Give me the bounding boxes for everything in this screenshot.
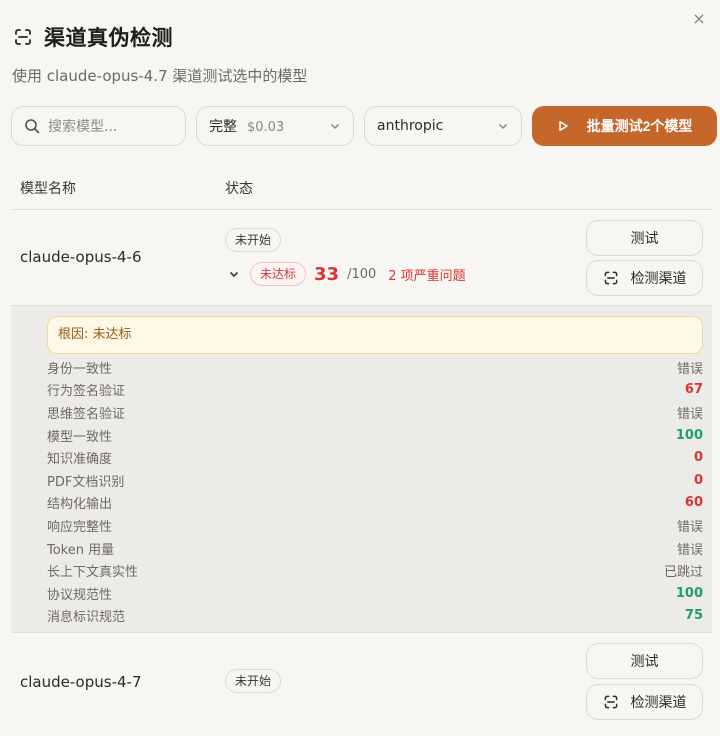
metric-value: 60 bbox=[684, 495, 703, 511]
detect-channel-label: 检测渠道 bbox=[630, 695, 687, 711]
metric-name: 消息标识规范 bbox=[47, 610, 126, 626]
metric-value: 错误 bbox=[676, 542, 703, 558]
play-icon bbox=[558, 121, 568, 131]
provider-select-value: anthropic bbox=[377, 118, 444, 134]
metric-value: 已跳过 bbox=[663, 565, 703, 581]
toolbar: 搜索模型... 完整 $0.03 anthropic 批量测试2个模型 bbox=[11, 106, 717, 146]
scan-icon bbox=[604, 695, 617, 709]
detect-channel-label: 检测渠道 bbox=[630, 271, 687, 287]
detect-channel-button[interactable]: 检测渠道 bbox=[586, 260, 703, 296]
metric-value: 100 bbox=[675, 585, 703, 601]
metric-name: 结构化输出 bbox=[47, 497, 113, 513]
chevron-down-icon bbox=[330, 123, 340, 130]
divider bbox=[11, 632, 712, 633]
metric-value: 错误 bbox=[676, 406, 703, 422]
metric-row: 结构化输出 60 bbox=[47, 492, 703, 515]
metric-name: 协议规范性 bbox=[47, 587, 113, 603]
score-max: /100 bbox=[347, 266, 377, 282]
metric-row: PDF文档识别 0 bbox=[47, 469, 703, 492]
metric-name: 长上下文真实性 bbox=[47, 565, 139, 581]
metric-name: Token 用量 bbox=[47, 542, 115, 558]
dialog-title: 渠道真伪检测 bbox=[44, 26, 173, 50]
scan-icon bbox=[604, 271, 617, 285]
divider bbox=[11, 209, 712, 210]
root-cause-alert: 根因: 未达标 bbox=[47, 316, 703, 354]
model-name: claude-opus-4-7 bbox=[20, 673, 142, 691]
metric-row: Token 用量 错误 bbox=[47, 537, 703, 560]
metric-value: 0 bbox=[693, 450, 703, 466]
metric-name: 思维签名验证 bbox=[47, 406, 126, 422]
test-button-label: 测试 bbox=[630, 654, 659, 670]
metric-value: 错误 bbox=[676, 361, 703, 377]
search-icon bbox=[25, 119, 40, 134]
metric-row: 模型一致性 100 bbox=[47, 424, 703, 447]
test-button-label: 测试 bbox=[630, 231, 659, 247]
detail-panel: 根因: 未达标 身份一致性 错误 行为签名验证 67 思维签名验证 错误 模型一致性 100 知… bbox=[11, 305, 712, 632]
search-placeholder: 搜索模型... bbox=[48, 119, 118, 135]
metric-row: 知识准确度 0 bbox=[47, 446, 703, 469]
metric-row: 思维签名验证 错误 bbox=[47, 401, 703, 424]
provider-select[interactable]: anthropic bbox=[364, 106, 522, 146]
mode-select-value: 完整 bbox=[209, 119, 237, 135]
metric-value: 67 bbox=[684, 382, 703, 398]
channel-detect-dialog: × 渠道真伪检测 使用 claude-opus-4.7 渠道测试选中的模型 搜索… bbox=[0, 0, 720, 736]
metric-name: 行为签名验证 bbox=[47, 384, 126, 400]
metric-value: 100 bbox=[675, 427, 703, 443]
metrics-list: 身份一致性 错误 行为签名验证 67 思维签名验证 错误 模型一致性 100 知识准确度 0 PDF… bbox=[47, 356, 703, 627]
metric-name: 模型一致性 bbox=[47, 429, 113, 445]
status-badge: 未开始 bbox=[225, 669, 282, 693]
dialog-header: 渠道真伪检测 bbox=[12, 22, 173, 52]
column-header-status: 状态 bbox=[225, 181, 253, 197]
chevron-down-icon[interactable] bbox=[226, 268, 242, 280]
metric-row: 行为签名验证 67 bbox=[47, 379, 703, 402]
test-button[interactable]: 测试 bbox=[586, 220, 703, 256]
status-badge: 未开始 bbox=[225, 228, 282, 252]
metric-value: 0 bbox=[693, 472, 703, 488]
metric-value: 错误 bbox=[676, 519, 703, 535]
metric-row: 响应完整性 错误 bbox=[47, 514, 703, 537]
dialog-subtitle: 使用 claude-opus-4.7 渠道测试选中的模型 bbox=[12, 67, 308, 85]
score-value: 33 bbox=[314, 263, 340, 285]
mode-select[interactable]: 完整 $0.03 bbox=[196, 106, 354, 146]
test-button[interactable]: 测试 bbox=[586, 643, 703, 679]
metric-row: 协议规范性 100 bbox=[47, 582, 703, 605]
score-summary: 未达标 33 /100 2 项严重问题 bbox=[226, 262, 466, 286]
detect-channel-button[interactable]: 检测渠道 bbox=[586, 684, 703, 720]
metric-row: 身份一致性 错误 bbox=[47, 356, 703, 379]
metric-name: 知识准确度 bbox=[47, 452, 113, 468]
batch-test-button[interactable]: 批量测试2个模型 bbox=[532, 106, 717, 146]
metric-row: 长上下文真实性 已跳过 bbox=[47, 559, 703, 582]
chevron-down-icon bbox=[498, 123, 508, 130]
issues-count: 2 项严重问题 bbox=[388, 268, 466, 284]
batch-test-label: 批量测试2个模型 bbox=[586, 118, 693, 134]
metric-name: 身份一致性 bbox=[47, 361, 113, 377]
search-input[interactable]: 搜索模型... bbox=[11, 106, 186, 146]
mode-select-price: $0.03 bbox=[247, 120, 285, 135]
close-icon[interactable]: × bbox=[690, 10, 708, 28]
metric-name: 响应完整性 bbox=[47, 519, 113, 535]
metric-row: 消息标识规范 75 bbox=[47, 605, 703, 628]
metric-value: 75 bbox=[684, 608, 703, 624]
result-badge: 未达标 bbox=[250, 262, 307, 286]
scan-icon bbox=[12, 26, 34, 48]
metric-name: PDF文档识别 bbox=[47, 474, 125, 490]
model-name: claude-opus-4-6 bbox=[20, 248, 142, 266]
column-header-model: 模型名称 bbox=[20, 181, 76, 197]
